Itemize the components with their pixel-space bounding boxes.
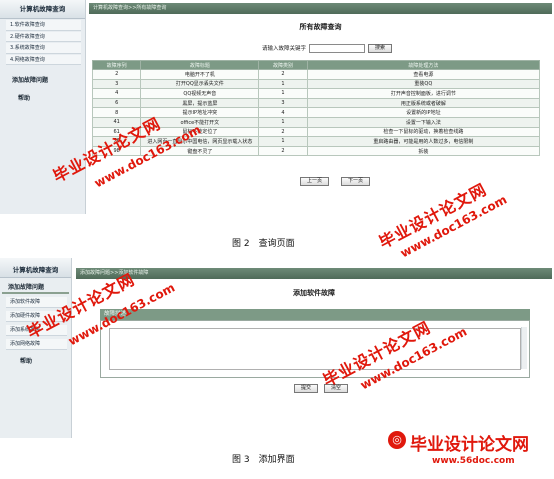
figure-add-page: 计算机故障查询 添加故障问题 添加软件故障 添加硬件故障 添加系统故障 添加网络… (0, 258, 554, 438)
cell-category: 1 (258, 136, 308, 147)
cell-solution: 检查一下鼠标的驱动，换着检查线路 (306, 126, 541, 138)
cell-category: 1 (258, 116, 308, 128)
sidebar-title: 计算机故障查询 (0, 0, 85, 19)
cell-title: 提示IP地址冲突 (140, 107, 260, 118)
cell-title: 打开QQ显示丢失文件 (140, 78, 260, 90)
table-row[interactable]: 8 提示IP地址冲突 4 设置新的IP地址 (91, 107, 541, 118)
cell-id: 4 (91, 88, 142, 99)
cell-solution: 重装QQ (306, 78, 541, 90)
breadcrumb: 添加故障问题>>添加软件故障 (76, 268, 552, 279)
description-label: 故障描述: (100, 309, 530, 320)
search-button[interactable]: 搜索 (368, 43, 393, 53)
prev-page-button[interactable]: 上一页 (300, 177, 330, 186)
sidebar-title: 计算机故障查询 (0, 258, 71, 278)
cell-id: 3 (91, 78, 142, 90)
cell-solution: 查看电源 (306, 69, 541, 80)
sidebar-item-system[interactable]: 3.系统故障查询 (6, 43, 81, 54)
table-row[interactable]: 2 电脑开不了机 2 查看电源 (91, 69, 541, 80)
figure-caption-query: 图 2 查询页面 (232, 239, 295, 249)
table-header-row: 故障序列 故障标题 故障类别 故障处理方法 (91, 60, 541, 70)
col-header-id: 故障序列 (91, 60, 142, 70)
sidebar: 计算机故障查询 添加故障问题 添加软件故障 添加硬件故障 添加系统故障 添加网络… (0, 258, 72, 438)
cell-category: 1 (258, 78, 308, 90)
cell-solution: 重启路由器，可能是用的人数过多，电信限制 (306, 136, 541, 147)
search-bar: 请输入故障关键字 搜索 (262, 42, 393, 54)
cell-title: 电脑开不了机 (140, 69, 260, 80)
table-row[interactable]: 6 黑屏，提示蓝屏 3 用正版系统或者破解 (91, 97, 541, 109)
logo-url: www.56doc.com (432, 456, 515, 466)
cell-category: 2 (258, 69, 308, 80)
cell-category: 1 (258, 88, 308, 99)
submit-button[interactable]: 提交 (294, 384, 319, 393)
cell-solution: 设置一下输入法 (306, 116, 541, 128)
table-row[interactable]: 4 QQ视频无声音 1 打开声音控制面板，进行调节 (91, 88, 541, 99)
description-panel (100, 320, 530, 378)
logo-icon: ◎ (388, 431, 406, 449)
pager: 上一页 下一页 (300, 177, 371, 186)
sidebar: 计算机故障查询 1.软件故障查询 2.硬件故障查询 3.系统故障查询 4.网络故… (0, 0, 86, 214)
cell-category: 3 (258, 97, 308, 109)
cell-category: 2 (258, 126, 308, 138)
cell-solution: 拆装 (306, 145, 541, 157)
next-page-button[interactable]: 下一页 (341, 177, 371, 186)
search-label: 请输入故障关键字 (262, 46, 307, 52)
cell-title: 黑屏，提示蓝屏 (140, 97, 260, 109)
logo-site-name: 毕业设计论文网 (410, 435, 529, 455)
cell-category: 4 (258, 107, 308, 118)
sidebar-help-link[interactable]: 帮助 (18, 93, 85, 105)
cell-id: 8 (91, 107, 142, 118)
table-row[interactable]: 3 打开QQ显示丢失文件 1 重装QQ (91, 78, 541, 90)
cell-id: 6 (91, 97, 142, 109)
sidebar-help-link[interactable]: 帮助 (20, 356, 71, 365)
cell-solution: 用正版系统或者破解 (306, 97, 541, 109)
col-header-category: 故障类别 (258, 60, 308, 70)
breadcrumb: 计算机故障查询>>所有故障查询 (89, 3, 552, 14)
cell-title: QQ视频无声音 (140, 88, 260, 99)
page-title: 所有故障查询 (299, 23, 342, 31)
textarea-scrollbar[interactable] (521, 327, 527, 369)
figure-caption-add: 图 3 添加界面 (232, 455, 295, 465)
col-header-title: 故障标题 (140, 60, 260, 70)
cell-solution: 设置新的IP地址 (306, 107, 541, 118)
search-input[interactable] (309, 43, 366, 53)
cell-id: 2 (91, 69, 142, 80)
cell-category: 2 (258, 145, 308, 157)
sidebar-item-software[interactable]: 1.软件故障查询 (6, 20, 81, 31)
cell-solution: 打开声音控制面板，进行调节 (306, 88, 541, 99)
sidebar-section-add: 添加故障问题 (2, 282, 69, 294)
sidebar-add-link[interactable]: 添加故障问题 (12, 75, 85, 87)
sidebar-item-hardware[interactable]: 2.硬件故障查询 (6, 31, 81, 42)
sidebar-item-network[interactable]: 4.网络故障查询 (6, 54, 81, 65)
col-header-solution: 故障处理方法 (306, 60, 541, 70)
